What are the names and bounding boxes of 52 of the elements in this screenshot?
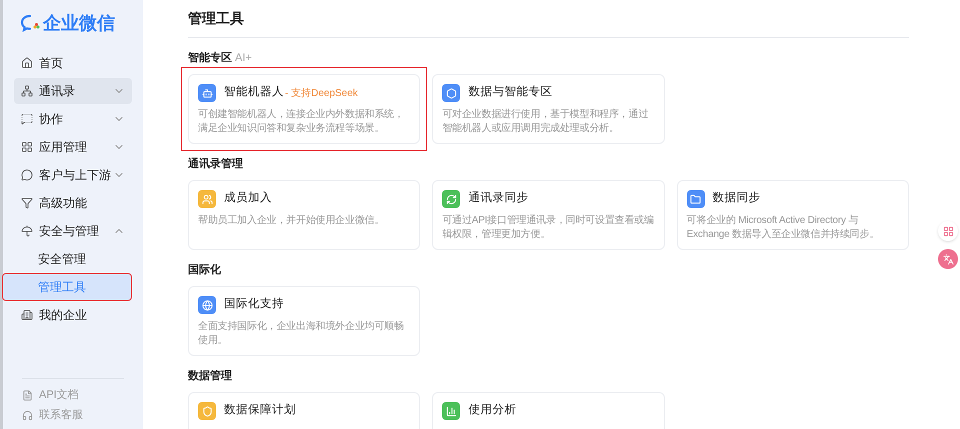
card-description: 全面支持国际化，企业出海和境外企业均可顺畅使用。: [198, 320, 405, 348]
feature-card[interactable]: 通讯录同步 可通过API接口管理通讯录，同时可设置查看或编辑权限，管理更加方便。: [432, 180, 665, 250]
card-description: 可将企业的 Microsoft Active Directory 与 Exchange 数据导入至企业微信并持续同步。: [686, 214, 880, 242]
sidebar-item[interactable]: 高级功能: [14, 190, 132, 216]
card-tag: - 支持DeepSeek: [285, 86, 358, 100]
feature-card[interactable]: 数据保障计划: [188, 392, 420, 429]
menu-item-icon: [21, 309, 33, 321]
section-title: 数据管理: [188, 369, 232, 384]
apps-icon[interactable]: [938, 221, 958, 241]
feature-card[interactable]: 数据与智能专区 可对企业数据进行使用，基于模型和程序，通过智能机器人或应用调用完成处理或分析。: [432, 74, 665, 144]
card-title: 数据保障计划: [224, 402, 296, 418]
translate-icon[interactable]: [938, 249, 958, 269]
section-title: 智能专区: [188, 50, 232, 66]
app-logo-text: 企业微信: [43, 12, 115, 34]
menu-item-icon: [21, 57, 33, 69]
sidebar-item[interactable]: 应用管理: [14, 134, 132, 160]
footer-link-icon: [22, 390, 33, 400]
section-title: 国际化: [188, 263, 221, 278]
feature-card[interactable]: 使用分析: [432, 392, 665, 429]
card-title: 成员加入: [224, 190, 272, 206]
section-title: 通讯录管理: [188, 156, 243, 172]
card-title: 国际化支持: [224, 296, 284, 312]
card-description: 可对企业数据进行使用，基于模型和程序，通过智能机器人或应用调用完成处理或分析。: [442, 108, 650, 136]
page-title: 管理工具: [188, 0, 909, 38]
sidebar-item[interactable]: 协作: [14, 106, 132, 132]
menu-item-icon: [21, 225, 33, 237]
chat-bubble-logo-icon: [20, 14, 40, 32]
feature-card[interactable]: 智能机器人- 支持DeepSeek 可创建智能机器人，连接企业内外数据和系统，满足企业知识问答和复杂业务流程等场景。: [188, 74, 420, 144]
section-title-suffix: AI+: [235, 51, 252, 66]
card-title: 使用分析: [468, 402, 516, 418]
menu-item-icon: [21, 85, 33, 97]
sidebar-item[interactable]: 首页: [14, 50, 132, 76]
card-description: 帮助员工加入企业，并开始使用企业微信。: [198, 214, 386, 228]
card-description: 可通过API接口管理通讯录，同时可设置查看或编辑权限，管理更加方便。: [442, 214, 655, 242]
footer-link-icon: [22, 410, 33, 420]
feature-card[interactable]: 国际化支持 全面支持国际化，企业出海和境外企业均可顺畅使用。: [188, 286, 420, 356]
menu-item-icon: [21, 169, 33, 181]
menu-item-icon: [21, 141, 33, 153]
card-title: 数据同步: [712, 190, 761, 206]
feature-card[interactable]: 成员加入 帮助员工加入企业，并开始使用企业微信。: [188, 180, 420, 250]
menu-item-icon: [21, 113, 33, 125]
feature-card[interactable]: 数据同步 可将企业的 Microsoft Active Directory 与 Exchange 数据导入至企业微信并持续同步。: [676, 180, 909, 250]
card-title: 数据与智能专区: [468, 84, 552, 100]
card-title: 通讯录同步: [468, 190, 528, 206]
sidebar-item[interactable]: 我的企业: [14, 302, 132, 328]
card-title: 智能机器人: [224, 84, 284, 100]
sidebar-item[interactable]: 客户与上下游: [14, 162, 132, 188]
sidebar-item[interactable]: 通讯录: [14, 78, 132, 104]
sidebar-item[interactable]: 安全与管理: [14, 218, 132, 244]
card-description: 可创建智能机器人，连接企业内外数据和系统，满足企业知识问答和复杂业务流程等场景。: [198, 108, 405, 136]
sidebar-subitem[interactable]: 安全管理: [14, 246, 132, 272]
menu-item-icon: [21, 197, 33, 209]
